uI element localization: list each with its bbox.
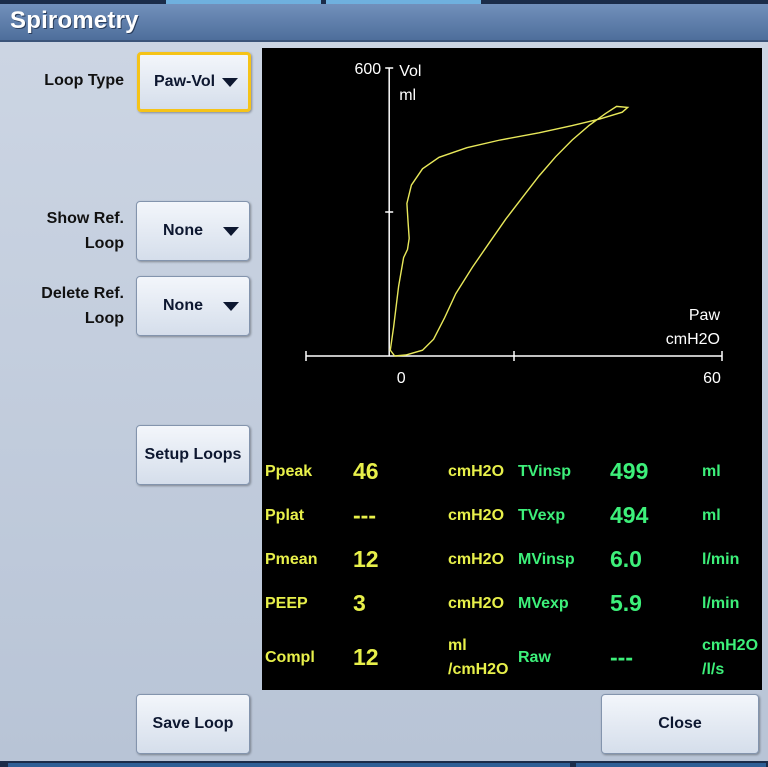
param-unit: /cmH2O — [448, 661, 509, 678]
param-unit: ml — [448, 637, 467, 654]
param-name: MVexp — [518, 595, 569, 612]
loop-type-value: Paw-Vol — [154, 73, 216, 90]
y-max-tick-label: 600 — [354, 61, 381, 78]
param-value: 6.0 — [610, 546, 642, 572]
y-axis-unit: ml — [399, 87, 416, 104]
axis-ticks — [305, 67, 723, 361]
loop-type-dropdown[interactable]: Paw-Vol — [137, 52, 251, 112]
show-ref-loop-dropdown[interactable]: None — [136, 201, 250, 261]
param-value: 12 — [353, 644, 379, 670]
x-max-tick-label: 60 — [703, 370, 721, 387]
param-value: --- — [610, 644, 633, 670]
delete-ref-value: None — [163, 297, 203, 314]
save-loop-button[interactable]: Save Loop — [136, 694, 250, 754]
param-value: 494 — [610, 502, 649, 528]
param-name: TVinsp — [518, 463, 572, 480]
bottom-tab-indicator — [8, 763, 570, 767]
y-axis-label: Vol — [399, 63, 421, 80]
param-name: Raw — [518, 649, 551, 666]
param-name: Compl — [265, 649, 315, 666]
chevron-down-icon — [223, 227, 239, 236]
param-unit: cmH2O — [448, 551, 505, 568]
window-title: Spirometry — [10, 7, 139, 34]
delete-ref-label-line1: Delete Ref. — [41, 285, 124, 302]
spirometry-display: 600 Vol ml Paw cmH2O 0 60 Ppeak 46 cmH2O… — [262, 48, 762, 690]
param-unit: /l/s — [702, 661, 725, 678]
spirometry-window: Spirometry Loop Type Paw-Vol Show Ref. L… — [0, 4, 768, 764]
param-name: TVexp — [518, 507, 566, 524]
param-unit: l/min — [702, 595, 740, 612]
param-value: 46 — [353, 458, 379, 484]
delete-ref-loop-dropdown[interactable]: None — [136, 276, 250, 336]
show-ref-label-line1: Show Ref. — [46, 210, 124, 227]
param-value: 5.9 — [610, 590, 642, 616]
param-unit: cmH2O — [448, 463, 505, 480]
delete-ref-label: Delete Ref. Loop — [41, 281, 124, 331]
setup-loops-button[interactable]: Setup Loops — [136, 425, 250, 485]
param-name: PEEP — [265, 595, 308, 612]
param-unit: cmH2O — [448, 507, 505, 524]
bottom-tab-indicator — [576, 763, 766, 767]
show-ref-value: None — [163, 222, 203, 239]
x-axis-label: Paw — [689, 307, 721, 324]
chevron-down-icon — [223, 302, 239, 311]
pressure-volume-loop — [389, 105, 630, 357]
param-unit: ml — [702, 463, 721, 480]
param-unit: cmH2O — [448, 595, 505, 612]
param-value: 499 — [610, 458, 649, 484]
param-name: Pmean — [265, 551, 318, 568]
paw-vol-loop-chart: 600 Vol ml Paw cmH2O 0 60 — [305, 61, 723, 387]
show-ref-label: Show Ref. Loop — [47, 206, 124, 256]
loop-type-label: Loop Type — [44, 72, 124, 89]
show-ref-label-line2: Loop — [84, 235, 124, 252]
x-axis-unit: cmH2O — [666, 331, 720, 348]
param-unit: cmH2O — [702, 637, 759, 654]
param-value: --- — [353, 502, 376, 528]
bottom-status-strip — [0, 761, 768, 767]
param-unit: l/min — [702, 551, 740, 568]
param-value: 3 — [353, 590, 366, 616]
param-value: 12 — [353, 546, 379, 572]
param-name: Pplat — [265, 507, 305, 524]
close-button[interactable]: Close — [601, 694, 759, 754]
x-min-tick-label: 0 — [397, 370, 406, 387]
param-name: Ppeak — [265, 463, 313, 480]
param-name: MVinsp — [518, 551, 575, 568]
title-bar: Spirometry — [0, 4, 768, 42]
chevron-down-icon — [222, 78, 238, 87]
delete-ref-label-line2: Loop — [84, 310, 124, 327]
param-unit: ml — [702, 507, 721, 524]
